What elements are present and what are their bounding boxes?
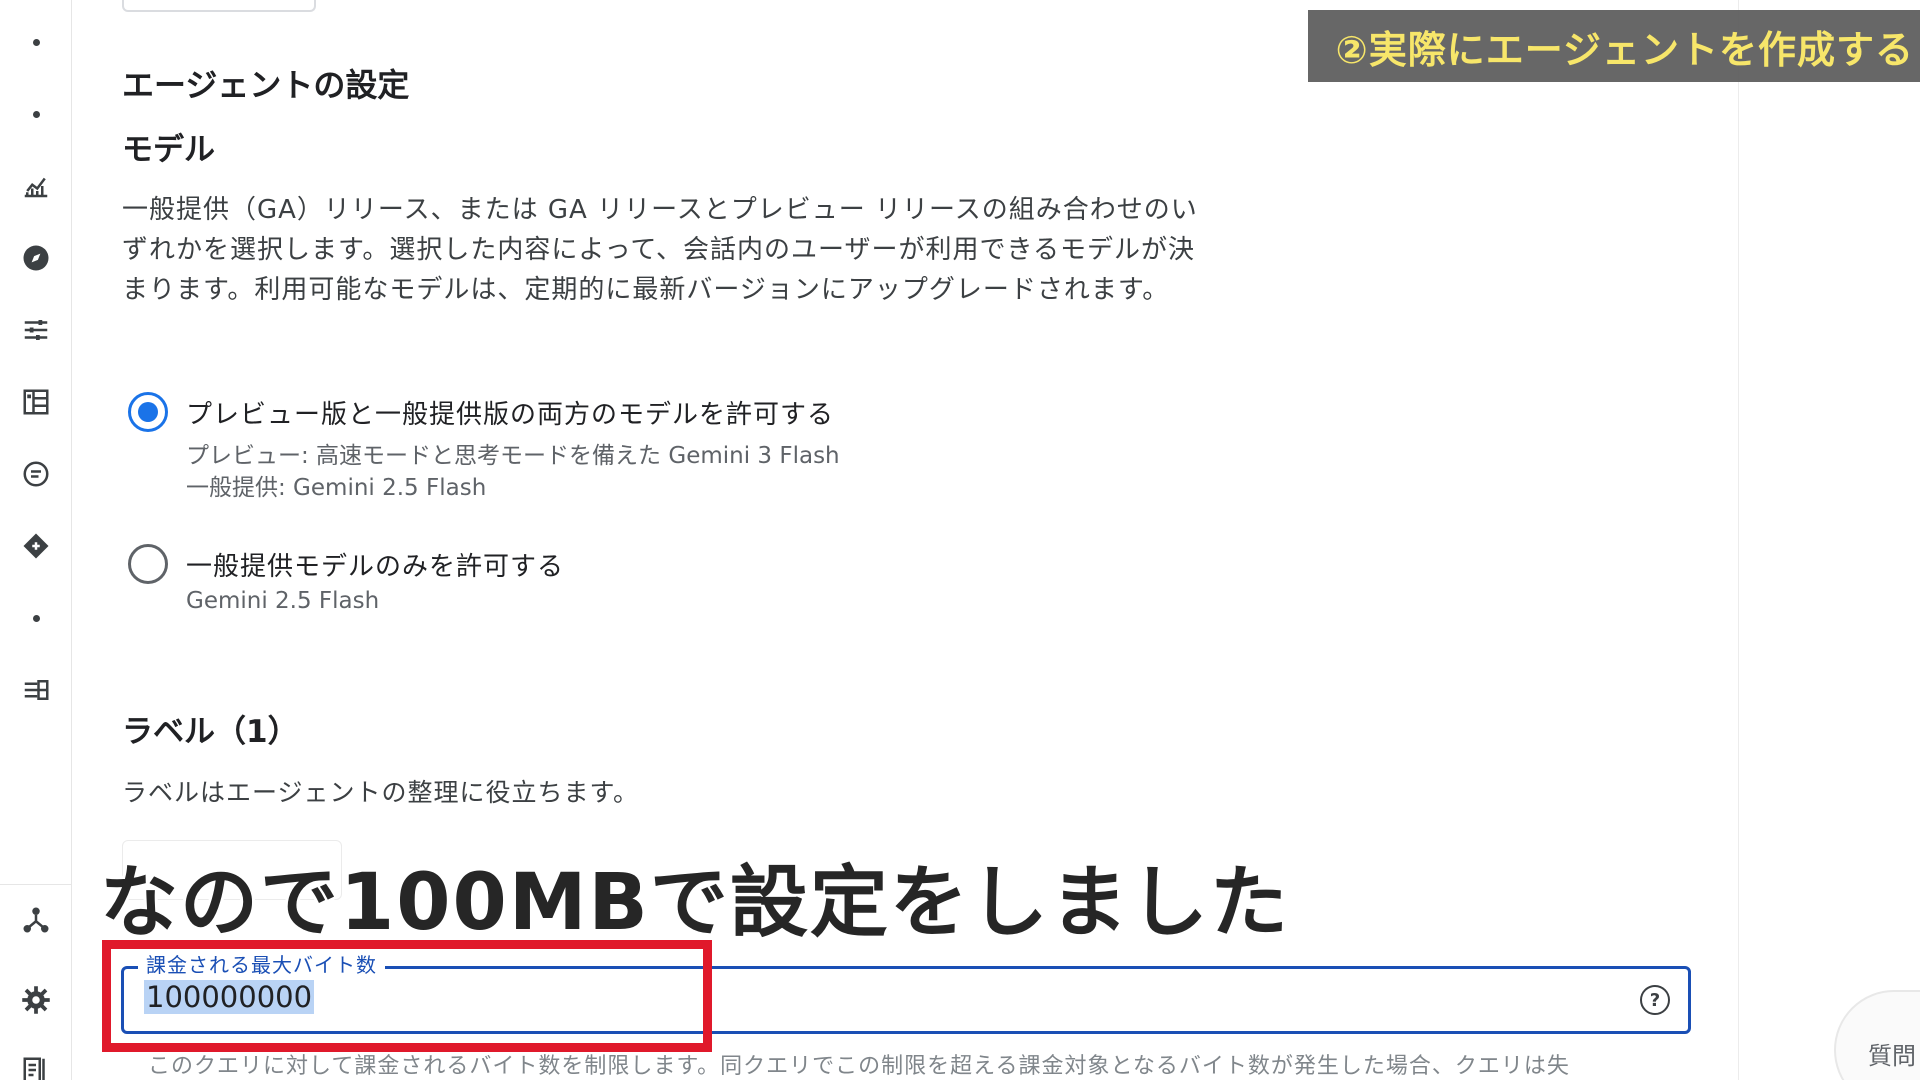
graph-icon[interactable]	[18, 902, 54, 938]
ask-question-button[interactable]: 質問	[1834, 990, 1920, 1080]
rail-dot-icon[interactable]	[18, 96, 54, 132]
diamond-icon[interactable]	[18, 528, 54, 564]
chat-icon[interactable]	[18, 456, 54, 492]
radio-sublabel: Gemini 2.5 Flash	[186, 588, 380, 614]
radio-unselected-icon[interactable]	[128, 544, 168, 584]
rail-dot-icon[interactable]	[18, 24, 54, 60]
step-banner-text: ②実際にエージェントを作成する	[1335, 27, 1914, 72]
top-input-box[interactable]	[122, 0, 316, 12]
model-description: 一般提供（GA）リリース、または GA リリースとプレビュー リリースの組み合わ…	[122, 195, 1198, 305]
labels-description: ラベルはエージェントの整理に役立ちます。	[122, 778, 640, 807]
radio-label: 一般提供モデルのみを許可する	[186, 552, 565, 582]
radio-sublabel: プレビュー: 高速モードと思考モードを備えた Gemini 3 Flash	[186, 443, 840, 469]
rail-dot-icon[interactable]	[18, 600, 54, 636]
radio-label: プレビュー版と一般提供版の両方のモデルを許可する	[186, 400, 835, 430]
report-icon[interactable]	[18, 1052, 54, 1080]
video-subtitle: なので100MBで設定をしました	[100, 858, 1290, 948]
analytics-icon[interactable]	[18, 168, 54, 204]
pipeline-icon[interactable]	[18, 672, 54, 708]
labels-heading: ラベル（1）	[122, 714, 299, 750]
right-divider	[1738, 0, 1739, 1080]
tune-icon[interactable]	[18, 312, 54, 348]
compass-icon[interactable]	[18, 240, 54, 276]
model-heading: モデル	[122, 132, 215, 168]
section-title: エージェントの設定	[122, 66, 410, 104]
radio-selected-icon[interactable]	[128, 392, 168, 432]
field-hint: このクエリに対して課金されるバイト数を制限します。同クエリでこの制限を超える課金…	[148, 1054, 1570, 1079]
highlight-box	[102, 940, 712, 1052]
ask-button-label: 質問	[1868, 1042, 1916, 1070]
left-nav-rail	[0, 0, 72, 1080]
dashboard-icon[interactable]	[18, 384, 54, 420]
step-banner: ②実際にエージェントを作成する	[1308, 10, 1920, 82]
gear-icon[interactable]	[18, 982, 54, 1018]
help-icon[interactable]: ?	[1640, 985, 1670, 1015]
rail-divider	[0, 884, 72, 885]
radio-sublabel: 一般提供: Gemini 2.5 Flash	[186, 475, 487, 501]
